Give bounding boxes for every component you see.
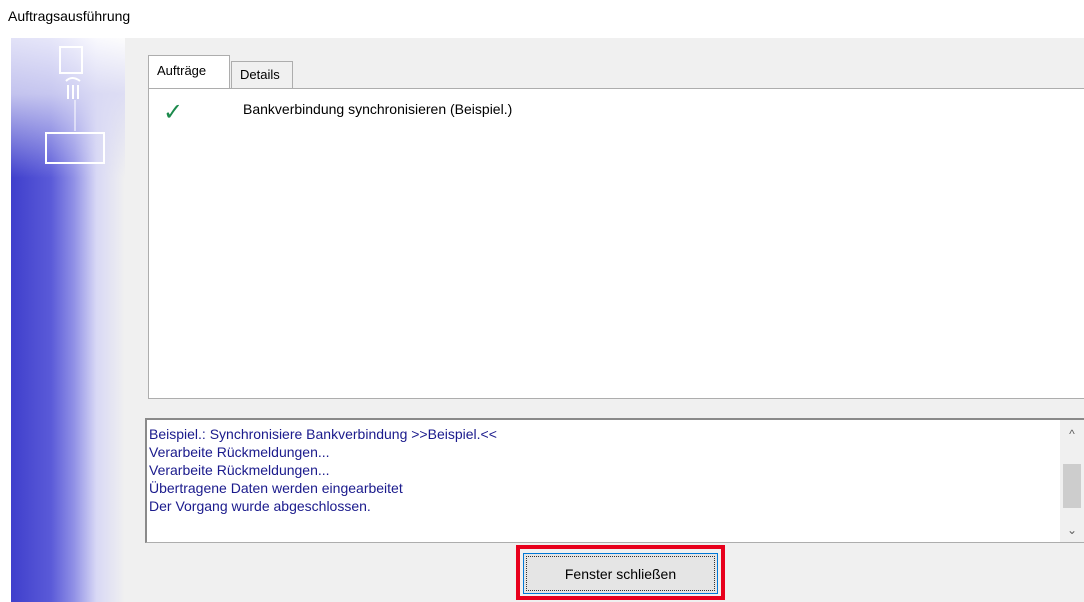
job-label: Bankverbindung synchronisieren (Beispiel… — [243, 101, 513, 117]
close-window-button[interactable]: Fenster schließen — [523, 553, 718, 594]
scroll-down-icon[interactable]: ⌄ — [1060, 520, 1084, 540]
log-output[interactable]: Beispiel.: Synchronisiere Bankverbindung… — [145, 418, 1084, 543]
log-line: Beispiel.: Synchronisiere Bankverbindung… — [149, 426, 497, 442]
window-title: Auftragsausführung — [8, 8, 131, 24]
log-line: Übertragene Daten werden eingearbeitet — [149, 480, 403, 496]
task-list-icon — [45, 46, 105, 164]
log-line: Verarbeite Rückmeldungen... — [149, 444, 330, 460]
tab-auftraege[interactable]: Aufträge — [148, 55, 230, 88]
job-list: ✓ Bankverbindung synchronisieren (Beispi… — [148, 88, 1084, 399]
tab-details[interactable]: Details — [231, 61, 293, 88]
checkmark-icon: ✓ — [163, 98, 184, 126]
log-lines: Beispiel.: Synchronisiere Bankverbindung… — [149, 425, 497, 515]
log-line: Verarbeite Rückmeldungen... — [149, 462, 330, 478]
scrollbar-thumb[interactable] — [1063, 464, 1081, 508]
log-line: Der Vorgang wurde abgeschlossen. — [149, 498, 371, 514]
log-scrollbar[interactable]: ^ ⌄ — [1060, 420, 1084, 542]
scroll-up-icon[interactable]: ^ — [1060, 424, 1084, 444]
